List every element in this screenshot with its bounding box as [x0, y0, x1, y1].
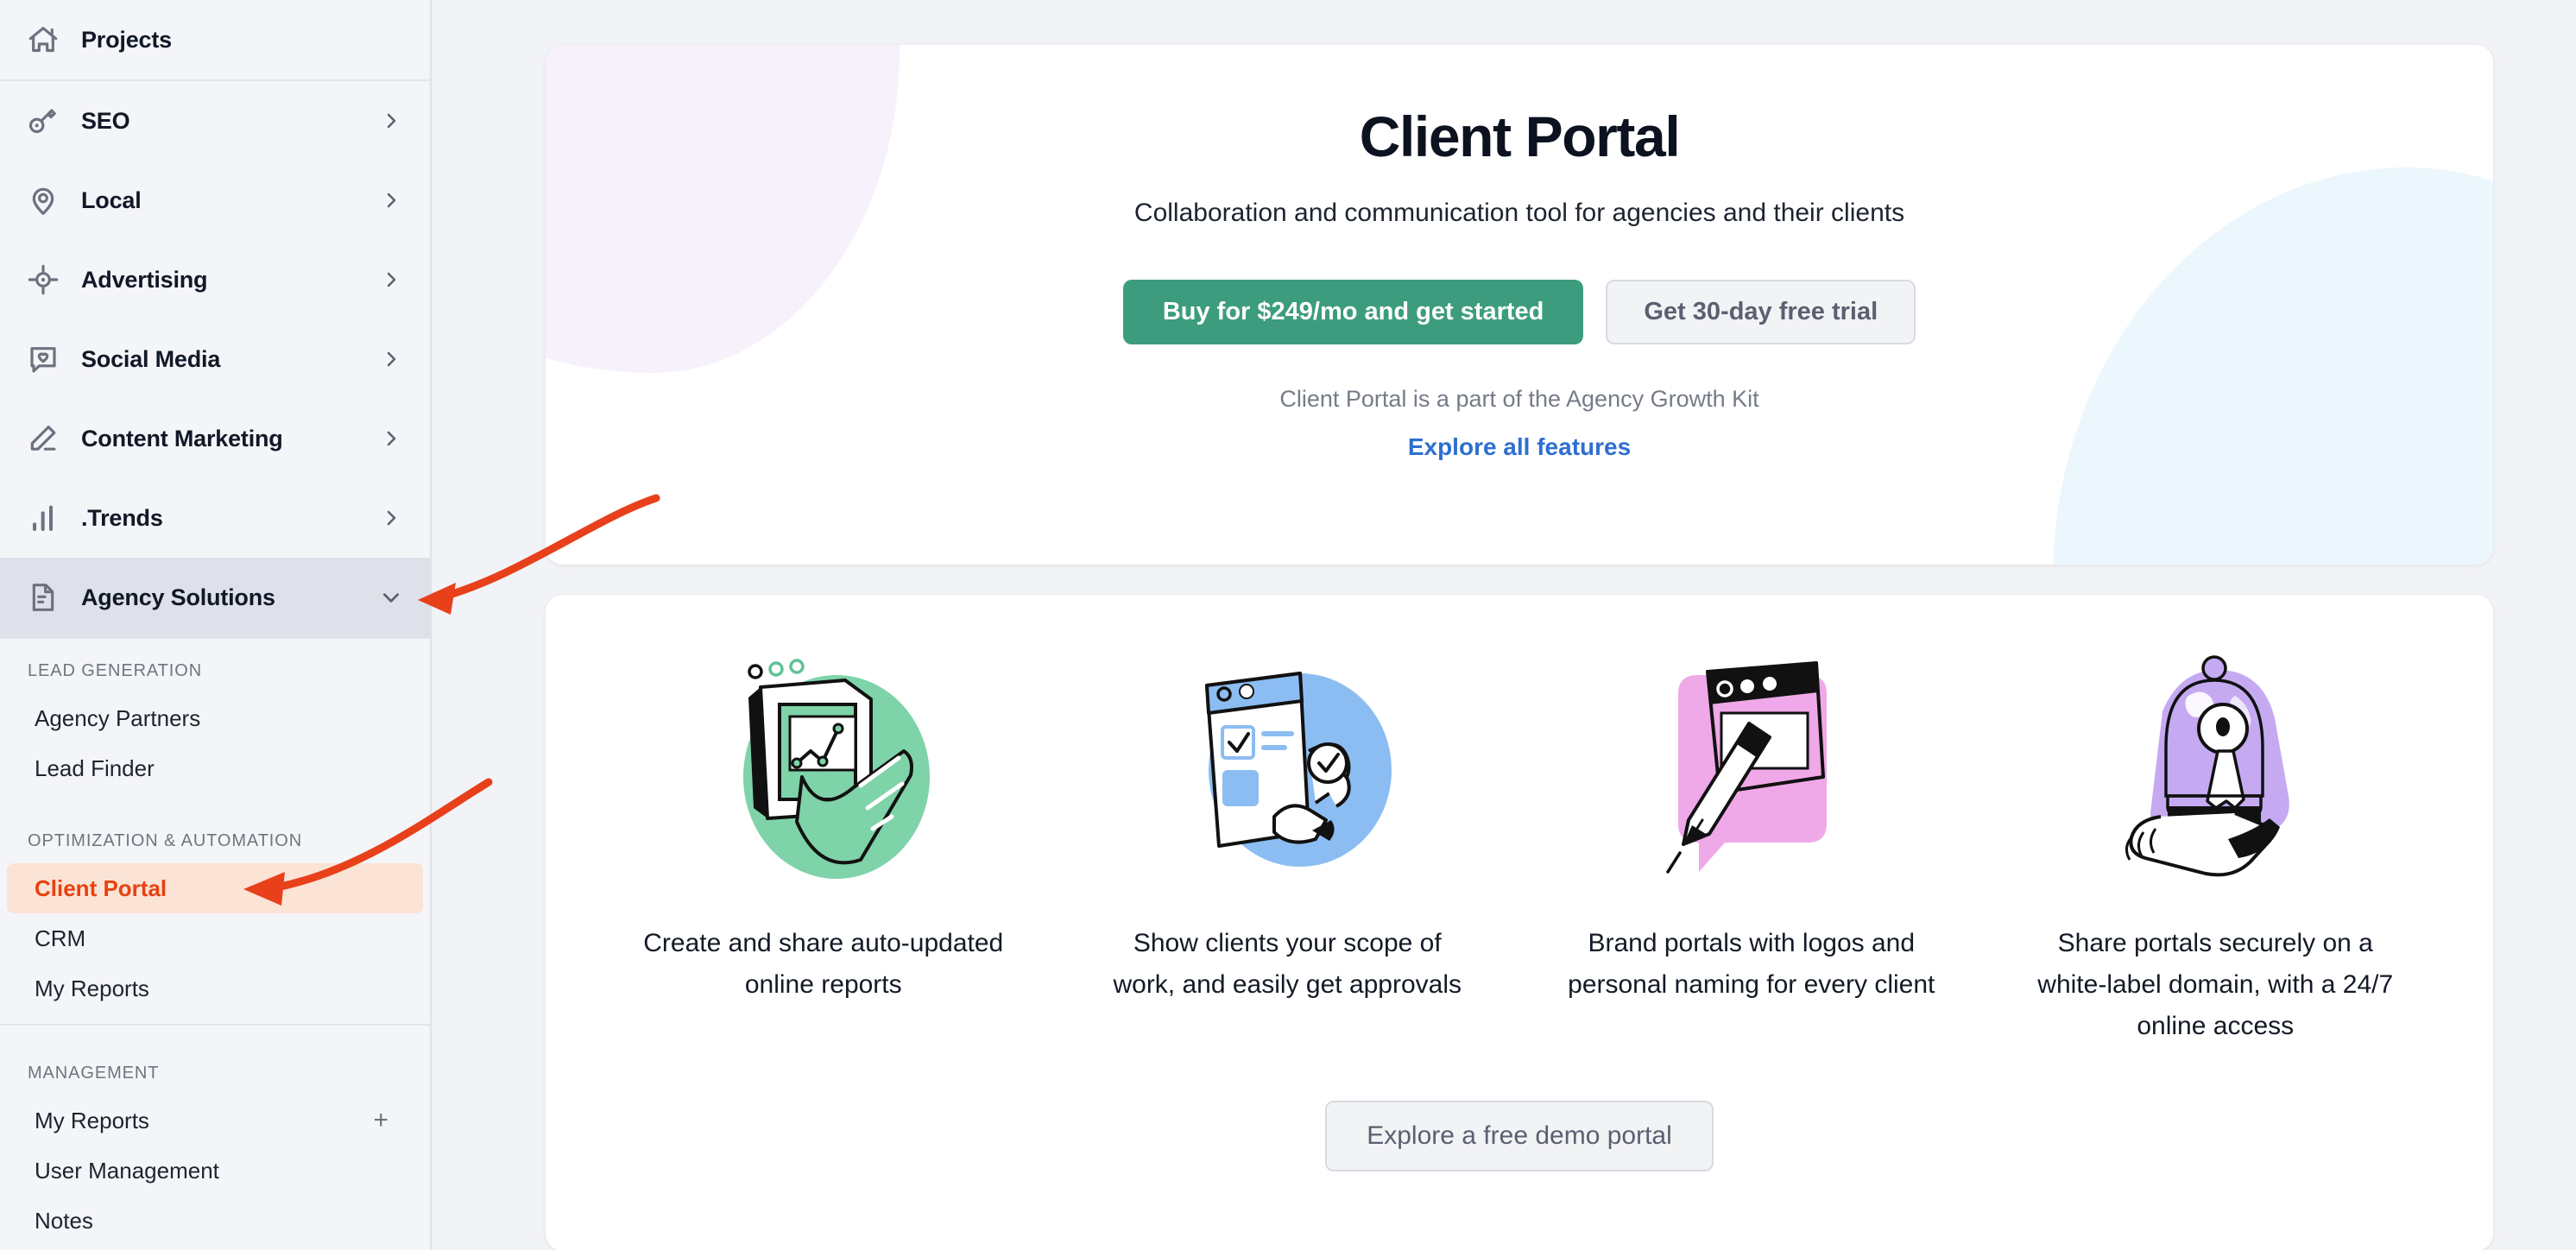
feature-text: Share portals securely on a white-label … [2037, 929, 2394, 1040]
sidebar-item-content-marketing[interactable]: Content Marketing [0, 399, 430, 478]
sidebar-subitem-label: Agency Partners [35, 704, 201, 731]
feature-item: Show clients your scope of work, and eas… [1070, 643, 1506, 1047]
free-trial-button[interactable]: Get 30-day free trial [1606, 280, 1916, 344]
target-icon [24, 261, 62, 299]
sidebar-group-tools: SEO Local Advertising Social Media Conte… [0, 81, 430, 639]
sidebar-subitem-label: My Reports [35, 975, 149, 1001]
sidebar-item-label: Agency Solutions [81, 584, 275, 610]
sidebar-section-lead-generation: LEAD GENERATION Agency Partners Lead Fin… [0, 639, 430, 809]
sidebar-subitem-crm[interactable]: CRM [7, 913, 423, 963]
key-under-glass-illustration [2094, 643, 2336, 893]
sidebar: Projects SEO Local Advertising Social Me… [0, 0, 432, 1250]
growth-kit-note: Client Portal is a part of the Agency Gr… [1279, 386, 1759, 412]
decorative-blue-blob [2053, 167, 2493, 565]
sidebar-subitem-label: My Reports [35, 1107, 149, 1133]
main-content: Client Portal Collaboration and communic… [432, 0, 2576, 1250]
sidebar-divider [0, 1024, 430, 1026]
page-subtitle: Collaboration and communication tool for… [1133, 199, 1905, 227]
pencil-icon [24, 420, 62, 458]
chevron-right-icon [380, 348, 402, 370]
chevron-down-icon [380, 586, 402, 609]
bar-chart-icon [24, 499, 62, 537]
buy-button[interactable]: Buy for $249/mo and get started [1122, 280, 1584, 344]
sidebar-section-management: MANAGEMENT My Reports + User Management … [0, 1041, 430, 1250]
sidebar-item-social-media[interactable]: Social Media [0, 319, 430, 399]
sidebar-subitem-label: Client Portal [35, 874, 167, 901]
feature-item: Create and share auto-updated online rep… [606, 643, 1041, 1047]
app-root: Projects SEO Local Advertising Social Me… [0, 0, 2576, 1250]
demo-button-wrap: Explore a free demo portal [606, 1101, 2433, 1171]
chat-heart-icon [24, 340, 62, 378]
chevron-right-icon [380, 110, 402, 132]
sidebar-item-label: Content Marketing [81, 425, 283, 451]
hero-card: Client Portal Collaboration and communic… [546, 45, 2493, 565]
sidebar-item-label: SEO [81, 107, 130, 134]
sidebar-subitem-label: Notes [35, 1207, 93, 1234]
hero-button-group: Buy for $249/mo and get started Get 30-d… [1122, 280, 1916, 344]
sidebar-subitem-client-portal[interactable]: Client Portal [7, 863, 423, 913]
feature-text: Create and share auto-updated online rep… [643, 929, 1004, 999]
sidebar-subitem-agency-partners[interactable]: Agency Partners [7, 693, 423, 743]
sidebar-item-label: Advertising [81, 266, 208, 293]
feature-text: Brand portals with logos and personal na… [1568, 929, 1935, 999]
sidebar-subitem-user-management[interactable]: User Management [7, 1146, 423, 1196]
report-chart-illustration [703, 643, 944, 893]
sidebar-item-label: Local [81, 186, 142, 213]
sidebar-subitem-label: User Management [35, 1157, 219, 1184]
features-card: Create and share auto-updated online rep… [546, 595, 2493, 1250]
sidebar-item-seo[interactable]: SEO [0, 81, 430, 161]
explore-all-features-link[interactable]: Explore all features [1408, 433, 1631, 461]
sidebar-subitem-label: Lead Finder [35, 754, 155, 781]
sidebar-section-title: MANAGEMENT [28, 1064, 160, 1083]
chevron-right-icon [380, 427, 402, 450]
sidebar-item-local[interactable]: Local [0, 161, 430, 240]
sidebar-item-advertising[interactable]: Advertising [0, 240, 430, 319]
sidebar-subitem-my-reports[interactable]: My Reports [7, 963, 423, 1013]
sidebar-item-label: Social Media [81, 345, 221, 372]
chevron-right-icon [380, 189, 402, 211]
sidebar-item-agency-solutions[interactable]: Agency Solutions [0, 558, 430, 637]
sidebar-section-optimization-automation: OPTIMIZATION & AUTOMATION Client Portal … [0, 809, 430, 1041]
sidebar-subitem-notes[interactable]: Notes [7, 1196, 423, 1246]
sidebar-item-label: Projects [81, 26, 172, 53]
plus-icon[interactable]: + [373, 1108, 388, 1133]
sidebar-item-label: .Trends [81, 504, 163, 531]
explore-demo-portal-button[interactable]: Explore a free demo portal [1325, 1101, 1714, 1171]
checklist-hand-illustration [1166, 643, 1408, 893]
sidebar-item-projects[interactable]: Projects [0, 0, 430, 79]
key-icon [24, 102, 62, 140]
feature-text: Show clients your scope of work, and eas… [1113, 929, 1462, 999]
decorative-purple-blob [546, 45, 900, 373]
page-title: Client Portal [1359, 104, 1681, 168]
chevron-right-icon [380, 507, 402, 529]
feature-item: Brand portals with logos and personal na… [1534, 643, 1969, 1047]
sidebar-subitem-label: CRM [35, 925, 86, 951]
pencil-branding-illustration [1631, 643, 1872, 893]
sidebar-section-title: LEAD GENERATION [28, 661, 203, 680]
sidebar-subitem-lead-finder[interactable]: Lead Finder [7, 743, 423, 793]
document-icon [24, 578, 62, 616]
location-pin-icon [24, 181, 62, 219]
sidebar-group-projects: Projects [0, 0, 430, 81]
chevron-right-icon [380, 268, 402, 291]
home-icon [24, 21, 62, 59]
sidebar-item-trends[interactable]: .Trends [0, 478, 430, 558]
feature-item: Share portals securely on a white-label … [1998, 643, 2434, 1047]
sidebar-section-title: OPTIMIZATION & AUTOMATION [28, 831, 303, 850]
feature-row: Create and share auto-updated online rep… [606, 643, 2433, 1047]
sidebar-subitem-my-reports-management[interactable]: My Reports + [7, 1095, 423, 1146]
